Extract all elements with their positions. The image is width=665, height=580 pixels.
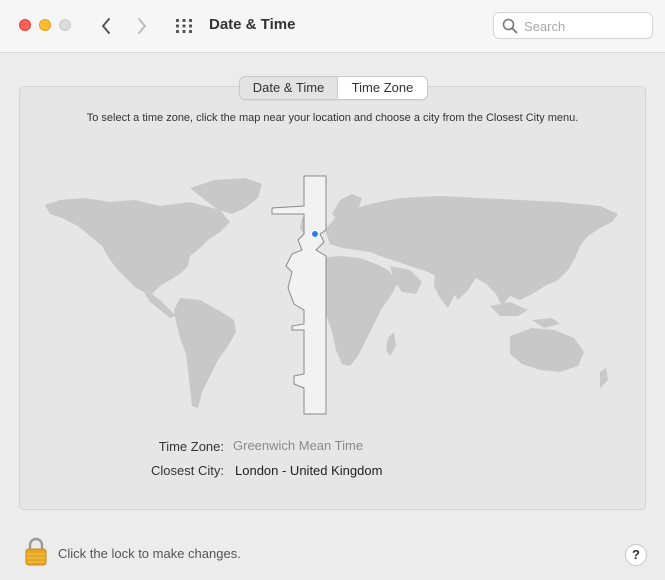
minimize-button[interactable]	[39, 19, 51, 31]
close-button[interactable]	[19, 19, 31, 31]
closest-city-label: Closest City:	[151, 463, 224, 478]
search-input[interactable]	[524, 17, 644, 35]
tab-date-time[interactable]: Date & Time	[240, 77, 338, 99]
tab-time-zone[interactable]: Time Zone	[338, 77, 427, 99]
show-all-button[interactable]	[174, 16, 194, 36]
instructions-text: To select a time zone, click the map nea…	[86, 112, 579, 124]
lock-icon[interactable]	[23, 536, 49, 566]
forward-button[interactable]	[131, 14, 153, 38]
window-title: Date & Time	[209, 16, 296, 33]
zoom-button[interactable]	[59, 19, 71, 31]
back-button[interactable]	[95, 14, 117, 38]
chevron-right-icon	[138, 18, 146, 34]
segmented-tabs: Date & Time Time Zone	[239, 76, 428, 100]
world-map[interactable]	[40, 170, 625, 420]
continents	[45, 178, 618, 408]
lock-message: Click the lock to make changes.	[58, 546, 241, 561]
time-zone-label: Time Zone:	[158, 439, 224, 454]
location-pin	[311, 230, 319, 238]
search-field[interactable]	[493, 12, 653, 39]
search-icon	[502, 18, 518, 34]
chevron-left-icon	[102, 18, 110, 34]
time-zone-value: Greenwich Mean Time	[233, 438, 364, 453]
selected-time-zone-strip[interactable]	[271, 175, 327, 415]
closest-city-popup[interactable]: London - United Kingdom	[235, 463, 382, 478]
show-all-grid-icon	[176, 19, 192, 33]
title-bar: Date & Time	[0, 0, 665, 53]
system-preferences-window: Date & Time Date & Time Time Zone To sel…	[0, 0, 665, 580]
help-button[interactable]: ?	[625, 544, 647, 566]
